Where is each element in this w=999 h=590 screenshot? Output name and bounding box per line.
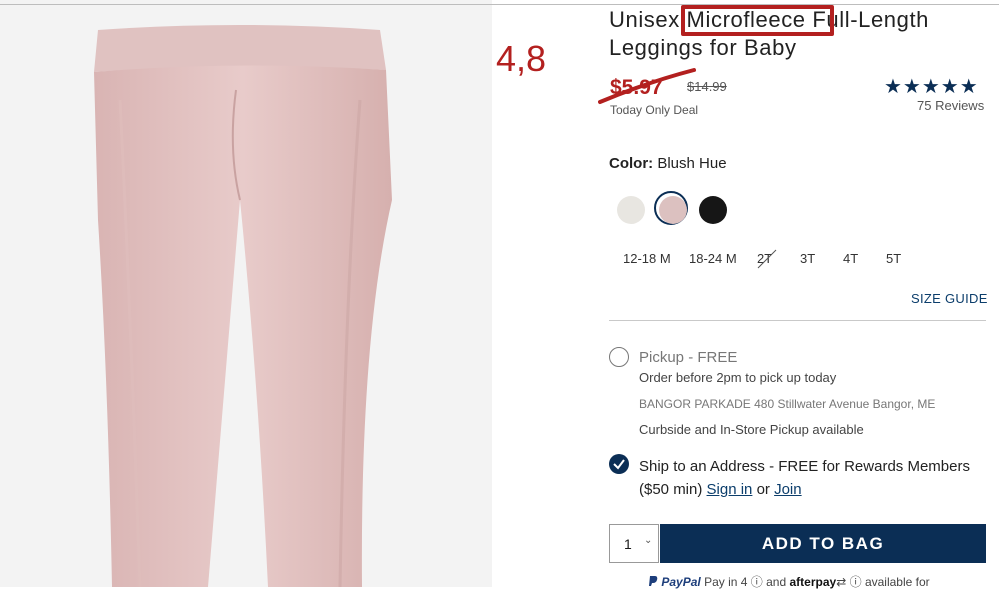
rating-stars[interactable]: ★★★★★ — [884, 74, 979, 99]
quantity-select[interactable]: 1 ⌄ — [609, 524, 659, 563]
swatch-blush-hue[interactable] — [659, 196, 687, 224]
payment-options: PayPal Pay in 4 ⓘ and afterpay⇄ ⓘ availa… — [648, 573, 930, 590]
reviews-link[interactable]: 75 Reviews — [917, 98, 984, 113]
size-12-18m[interactable]: 12-18 M — [623, 251, 671, 266]
divider — [609, 320, 986, 321]
swatch-black[interactable] — [699, 196, 727, 224]
product-image — [0, 0, 492, 587]
deal-label: Today Only Deal — [610, 103, 699, 117]
join-link[interactable]: Join — [774, 481, 802, 498]
chevron-down-icon: ⌄ — [644, 535, 653, 546]
pickup-curbside: Curbside and In-Store Pickup available — [639, 422, 864, 437]
pickup-subtitle: Order before 2pm to pick up today — [639, 370, 837, 385]
add-to-bag-button[interactable]: ADD TO BAG — [660, 524, 986, 563]
pickup-radio[interactable] — [609, 347, 629, 367]
swatch-cream[interactable] — [617, 196, 645, 224]
sign-in-link[interactable]: Sign in — [707, 481, 753, 498]
paypal-icon — [649, 576, 658, 586]
top-divider — [0, 4, 999, 5]
size-3t[interactable]: 3T — [800, 251, 815, 266]
ship-option-text: Ship to an Address - FREE for Rewards Me… — [639, 455, 984, 501]
or-text: or — [756, 481, 770, 498]
color-label-key: Color: — [609, 155, 654, 172]
leggings-illustration — [94, 25, 392, 587]
color-label: Color: Blush Hue — [609, 155, 727, 172]
ship-label: Ship to an Address - FREE for Rewards Me… — [639, 458, 970, 498]
size-guide-link[interactable]: SIZE GUIDE — [911, 291, 988, 306]
handwritten-annotation: 4,8 — [496, 38, 547, 79]
highlight-box — [681, 5, 834, 36]
pickup-store[interactable]: BANGOR PARKADE 480 Stillwater Avenue Ban… — [639, 397, 935, 411]
unavailable-slash — [757, 249, 777, 269]
size-18-24m[interactable]: 18-24 M — [689, 251, 737, 266]
color-value: Blush Hue — [657, 155, 727, 172]
quantity-value: 1 — [624, 536, 632, 552]
ship-radio-checked[interactable] — [609, 454, 629, 474]
size-5t[interactable]: 5T — [886, 251, 901, 266]
strike-annotation — [598, 68, 696, 104]
original-price: $14.99 — [687, 79, 727, 94]
size-4t[interactable]: 4T — [843, 251, 858, 266]
check-icon — [613, 459, 625, 470]
pickup-title: Pickup - FREE — [639, 349, 738, 366]
